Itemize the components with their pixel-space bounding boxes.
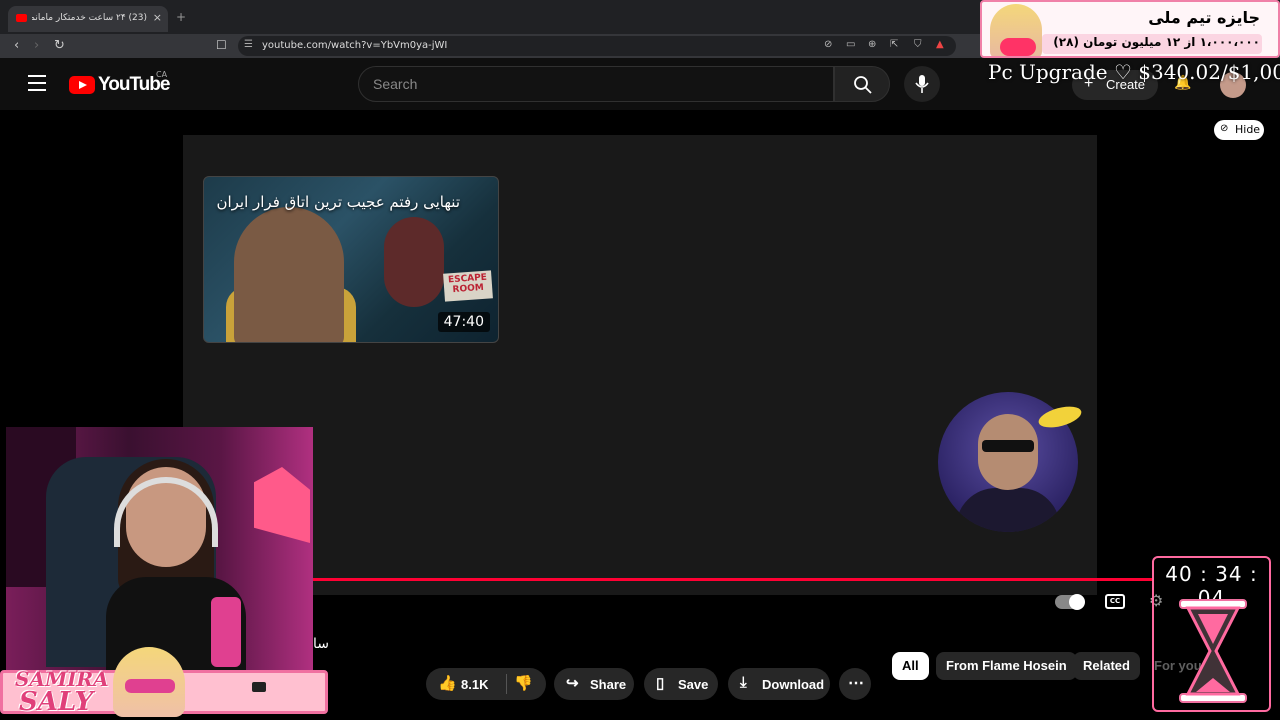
microphone-icon (915, 75, 929, 93)
download-label: Download (762, 677, 825, 692)
stream-timer-overlay: 40 : 34 : 04 (1152, 556, 1271, 712)
autoplay-toggle[interactable] (1055, 594, 1085, 610)
search-button[interactable] (834, 66, 890, 102)
streamer-name-last: SALY (19, 687, 94, 717)
chip-all[interactable]: All (892, 652, 929, 680)
zoom-icon[interactable]: ⊕ (868, 39, 876, 50)
escape-room-badge: ESCAPE ROOM (443, 270, 493, 302)
endcard-duration: 47:40 (437, 312, 490, 332)
youtube-favicon-icon (16, 14, 27, 22)
chip-from-channel[interactable]: From Flame Hosein (936, 652, 1077, 680)
back-icon[interactable]: ‹ (14, 38, 19, 53)
donation-progress-text: ۱،۰۰۰،۰۰۰ از ۱۲ میلیون تومان (۲۸) (1053, 35, 1260, 49)
captions-button[interactable]: CC (1105, 594, 1125, 609)
share-label: Share (590, 677, 627, 692)
like-count: 8.1K (461, 677, 489, 692)
thumbnail-clown (384, 217, 444, 307)
menu-icon[interactable] (28, 75, 46, 96)
like-dislike-group: 👍 8.1K 👎 (426, 668, 546, 700)
play-icon (1069, 594, 1085, 610)
save-button[interactable]: ▯ Save (644, 668, 718, 700)
hex-lamp-icon (254, 467, 310, 543)
thumbnail-person (234, 207, 344, 342)
donation-title: جایزه تیم ملی (1148, 8, 1260, 27)
streamer-nameplate: SAMIRA SALY (0, 647, 328, 717)
webcam-overlay (6, 427, 313, 675)
bookmark-icon[interactable]: ☐ (216, 38, 227, 52)
video-title: سا (313, 636, 329, 652)
reload-icon[interactable]: ↻ (54, 38, 65, 53)
endscreen-video-card[interactable]: ESCAPE ROOM تنهایی رفتم عجیب ترین اتاق ف… (203, 176, 499, 343)
new-tab-button[interactable]: + (176, 10, 186, 24)
avatar-suit (956, 488, 1060, 532)
avatar-glasses (982, 440, 1034, 452)
search-icon (854, 76, 872, 94)
search-placeholder: Search (373, 76, 418, 92)
more-icon: ⋯ (848, 675, 864, 692)
shield-icon[interactable]: ⛉ (914, 39, 922, 50)
endcard-title: تنهایی رفتم عجیب ترین اتاق فرار ایران (216, 193, 460, 211)
thumbs-up-icon[interactable]: 👍 (438, 674, 457, 692)
microphone-arm-icon (211, 597, 241, 667)
like-separator (506, 674, 507, 694)
youtube-play-icon (69, 76, 95, 94)
avatar-face (978, 414, 1038, 490)
donation-goal-overlay: جایزه تیم ملی ۱،۰۰۰،۰۰۰ از ۱۲ میلیون توم… (980, 0, 1280, 58)
share-button[interactable]: ↪ Share (554, 668, 634, 700)
cast-icon[interactable]: ▭ (846, 39, 855, 50)
url-text: youtube.com/watch?v=YbVm0ya-jWI (262, 40, 448, 51)
hide-label: Hide (1235, 123, 1261, 136)
cartoon-glasses-icon (125, 679, 175, 693)
more-actions-button[interactable]: ⋯ (839, 668, 871, 700)
chip-related[interactable]: Related (1073, 652, 1140, 680)
youtube-small-icon (252, 682, 266, 692)
share-icon: ↪ (566, 675, 579, 692)
country-code: CA (156, 70, 168, 79)
hourglass-icon (1179, 599, 1247, 703)
address-bar[interactable]: ☰ youtube.com/watch?v=YbVm0ya-jWI ⊘ ▭ ⊕ … (238, 36, 956, 56)
heart-icon (1000, 38, 1036, 56)
thumbs-down-icon[interactable]: 👎 (514, 674, 533, 692)
download-icon: ⤓ (740, 674, 747, 691)
tab-title: (23) ۲۴ ساعت خدمتکار مامانم شد... (32, 13, 147, 23)
extension-icon[interactable]: ▲ (936, 39, 944, 50)
player-controls: CC ⚙ (313, 581, 1163, 621)
bookmark-save-icon: ▯ (656, 675, 665, 692)
pc-upgrade-goal: Pc Upgrade ♡ $340.02/$1,000 (988, 60, 1280, 84)
site-info-icon[interactable]: ☰ (244, 39, 253, 50)
voice-search-button[interactable] (904, 66, 940, 102)
hide-button[interactable]: ⊘ Hide (1214, 120, 1264, 140)
share-page-icon[interactable]: ⇱ (890, 39, 898, 50)
tab-close-icon[interactable]: × (153, 11, 162, 24)
browser-tab[interactable]: (23) ۲۴ ساعت خدمتکار مامانم شد... × (8, 6, 168, 32)
download-button[interactable]: ⤓ Download (728, 668, 830, 700)
save-label: Save (678, 677, 709, 692)
forward-icon[interactable]: › (34, 38, 39, 53)
eye-off-icon[interactable]: ⊘ (824, 39, 832, 50)
eye-off-icon: ⊘ (1220, 123, 1229, 134)
search-input[interactable]: Search (358, 66, 834, 102)
